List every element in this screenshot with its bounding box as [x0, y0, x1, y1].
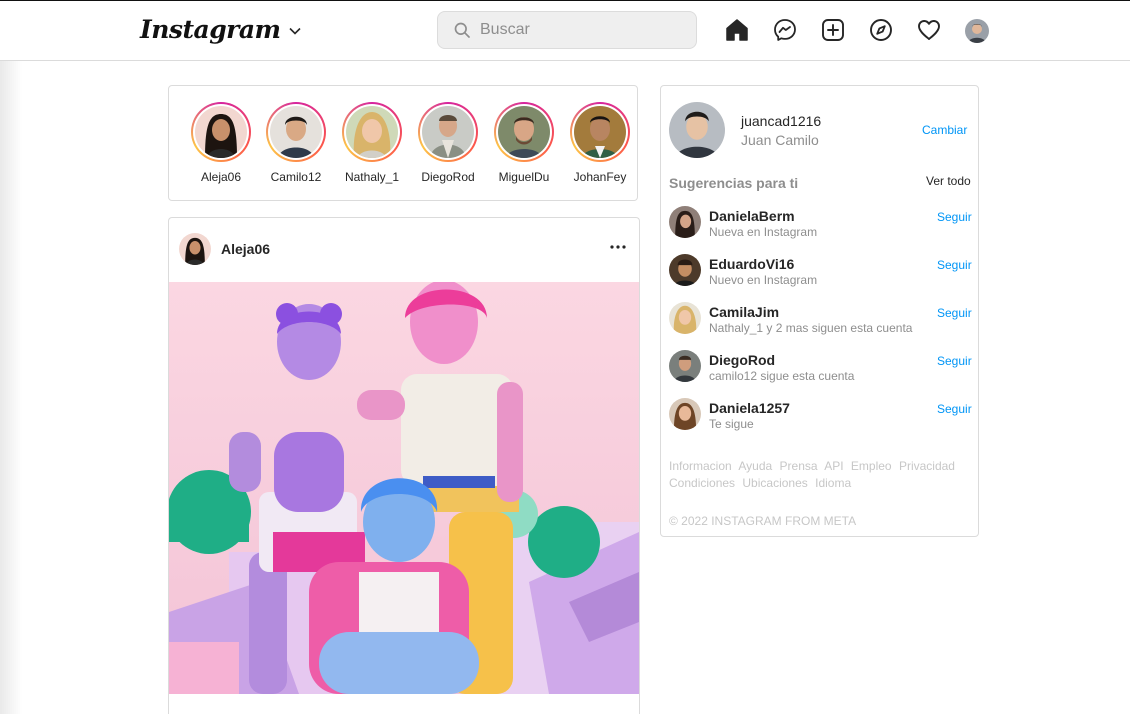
suggestion-item: EduardoVi16 Nuevo en Instagram Seguir — [669, 250, 979, 290]
story-avatar — [422, 106, 474, 158]
story-username: JohanFey — [573, 170, 627, 184]
footer-link-jobs[interactable]: Empleo — [851, 459, 892, 473]
avatar-image — [669, 102, 725, 158]
avatar-image — [669, 398, 701, 430]
suggestion-username[interactable]: DiegoRod — [709, 352, 775, 368]
search-icon — [454, 22, 470, 38]
suggestion-subtitle: Nuevo en Instagram — [709, 273, 818, 287]
footer-link-terms[interactable]: Condiciones — [669, 476, 735, 490]
post-image[interactable] — [169, 282, 639, 694]
story-ring — [342, 102, 402, 162]
switch-account-link[interactable]: Cambiar — [922, 123, 967, 137]
post-author-username[interactable]: Aleja06 — [221, 241, 270, 257]
post-author-avatar[interactable] — [179, 233, 211, 265]
window-left-shadow — [0, 1, 22, 714]
search-input[interactable] — [478, 20, 682, 40]
suggestion-item: CamilaJim Nathaly_1 y 2 mas siguen esta … — [669, 298, 979, 338]
current-username[interactable]: juancad1216 — [741, 113, 821, 129]
new-post-icon[interactable] — [821, 18, 845, 42]
logo-switcher[interactable]: Instagram — [140, 11, 301, 47]
story-avatar — [270, 106, 322, 158]
home-icon[interactable] — [725, 18, 749, 42]
post-header: Aleja06 — [169, 218, 639, 282]
story-item[interactable]: Nathaly_1 — [334, 102, 410, 184]
top-nav-bar: Instagram — [0, 1, 1130, 61]
search-box[interactable] — [437, 11, 697, 49]
suggestion-username[interactable]: Daniela1257 — [709, 400, 790, 416]
suggestion-username[interactable]: CamilaJim — [709, 304, 779, 320]
instagram-logo: Instagram — [140, 14, 281, 44]
story-item[interactable]: MiguelDu — [486, 102, 562, 184]
follow-button[interactable]: Seguir — [937, 258, 972, 272]
story-item[interactable]: Aleja06 — [183, 102, 259, 184]
avatar-image — [669, 254, 701, 286]
avatar-image — [669, 206, 701, 238]
suggestion-avatar[interactable] — [669, 350, 701, 382]
suggestion-avatar[interactable] — [669, 254, 701, 286]
more-options-icon[interactable] — [609, 238, 627, 256]
suggestion-subtitle: Nueva en Instagram — [709, 225, 818, 239]
footer-link-api[interactable]: API — [824, 459, 843, 473]
suggestion-subtitle: Te sigue — [709, 417, 754, 431]
story-avatar — [574, 106, 626, 158]
current-fullname: Juan Camilo — [741, 132, 819, 148]
story-username: DiegoRod — [421, 170, 475, 184]
follow-button[interactable]: Seguir — [937, 306, 972, 320]
story-ring — [191, 102, 251, 162]
suggestion-username[interactable]: DanielaBerm — [709, 208, 795, 224]
story-avatar — [346, 106, 398, 158]
suggestion-item: DanielaBerm Nueva en Instagram Seguir — [669, 202, 979, 242]
story-ring — [418, 102, 478, 162]
suggestion-avatar[interactable] — [669, 398, 701, 430]
footer-link-press[interactable]: Prensa — [780, 459, 818, 473]
copyright-text: © 2022 INSTAGRAM FROM META — [669, 514, 857, 528]
post-illustration — [169, 282, 639, 694]
suggestion-item: DiegoRod camilo12 sigue esta cuenta Segu… — [669, 346, 979, 386]
story-avatar — [498, 106, 550, 158]
suggestions-title: Sugerencias para ti — [669, 175, 799, 191]
footer-links: Informacion Ayuda Prensa API Empleo Priv… — [669, 458, 959, 492]
sidebar-panel: juancad1216 Juan Camilo Cambiar Sugerenc… — [660, 85, 979, 537]
feed-post: Aleja06 — [168, 217, 640, 714]
story-item[interactable]: DiegoRod — [410, 102, 486, 184]
profile-avatar[interactable] — [965, 19, 989, 43]
story-username: Aleja06 — [200, 170, 242, 184]
suggestion-username[interactable]: EduardoVi16 — [709, 256, 794, 272]
footer-link-info[interactable]: Informacion — [669, 459, 732, 473]
story-item[interactable]: JohanFey — [562, 102, 638, 184]
chevron-down-icon — [288, 27, 301, 35]
story-username: MiguelDu — [498, 170, 550, 184]
story-item[interactable]: Camilo12 — [258, 102, 334, 184]
footer-link-language[interactable]: Idioma — [815, 476, 851, 490]
follow-button[interactable]: Seguir — [937, 402, 972, 416]
story-username: Camilo12 — [270, 170, 322, 184]
heart-icon[interactable] — [917, 18, 941, 42]
suggestion-avatar[interactable] — [669, 302, 701, 334]
avatar-image — [669, 302, 701, 334]
story-ring — [266, 102, 326, 162]
messenger-icon[interactable] — [773, 18, 797, 42]
stories-tray: Aleja06 Camilo12 Nathaly_1 DiegoRod Migu… — [168, 85, 638, 201]
see-all-link[interactable]: Ver todo — [926, 174, 971, 188]
follow-button[interactable]: Seguir — [937, 210, 972, 224]
avatar-image — [179, 233, 211, 265]
story-ring — [494, 102, 554, 162]
suggestion-subtitle: Nathaly_1 y 2 mas siguen esta cuenta — [709, 321, 913, 335]
footer-link-help[interactable]: Ayuda — [738, 459, 772, 473]
story-username: Nathaly_1 — [344, 170, 400, 184]
avatar-image — [669, 350, 701, 382]
footer-link-privacy[interactable]: Privacidad — [899, 459, 955, 473]
footer-link-locations[interactable]: Ubicaciones — [742, 476, 807, 490]
suggestion-subtitle: camilo12 sigue esta cuenta — [709, 369, 855, 383]
suggestion-avatar[interactable] — [669, 206, 701, 238]
story-avatar — [195, 106, 247, 158]
current-user-avatar[interactable] — [669, 102, 725, 158]
avatar-image — [965, 19, 989, 43]
suggestion-item: Daniela1257 Te sigue Seguir — [669, 394, 979, 434]
follow-button[interactable]: Seguir — [937, 354, 972, 368]
explore-icon[interactable] — [869, 18, 893, 42]
story-ring — [570, 102, 630, 162]
